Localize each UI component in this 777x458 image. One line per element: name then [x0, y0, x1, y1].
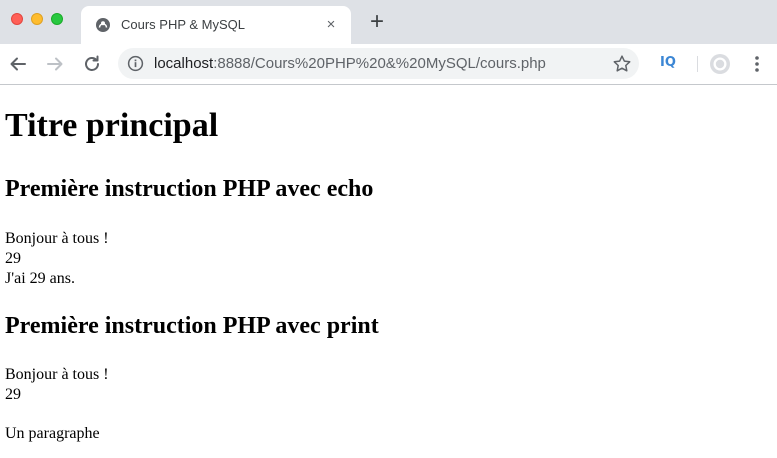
browser-tab-active[interactable]: Cours PHP & MySQL × [81, 6, 351, 44]
new-tab-button[interactable]: + [364, 9, 390, 35]
page-title: Titre principal [5, 107, 219, 144]
section-heading-echo: Première instruction PHP avec echo [5, 176, 374, 202]
print-line-number: 29 [5, 386, 21, 403]
back-arrow-icon[interactable] [6, 52, 30, 76]
tab-strip: Cours PHP & MySQL × + [0, 0, 777, 44]
close-window-button[interactable] [11, 13, 23, 25]
more-menu-icon[interactable] [750, 53, 764, 75]
url-text[interactable]: localhost:8888/Cours%20PHP%20&%20MySQL/c… [154, 54, 546, 73]
echo-line-number: 29 [5, 250, 21, 267]
browser-toolbar: localhost:8888/Cours%20PHP%20&%20MySQL/c… [0, 44, 777, 85]
toolbar-divider [697, 56, 698, 72]
close-tab-icon[interactable]: × [321, 15, 341, 35]
bookmark-star-icon[interactable] [612, 54, 632, 74]
profile-avatar-icon[interactable] [709, 53, 731, 75]
zoom-window-button[interactable] [51, 13, 63, 25]
address-bar[interactable]: localhost:8888/Cours%20PHP%20&%20MySQL/c… [118, 48, 639, 79]
url-host: localhost [154, 55, 214, 72]
section-heading-print: Première instruction PHP avec print [5, 313, 379, 339]
minimize-window-button[interactable] [31, 13, 43, 25]
print-line-greeting: Bonjour à tous ! [5, 366, 109, 383]
globe-icon [96, 18, 110, 32]
extension-iq-button[interactable]: IQ [660, 54, 676, 72]
echo-line-greeting: Bonjour à tous ! [5, 230, 109, 247]
url-path: :8888/Cours%20PHP%20&%20MySQL/cours.php [213, 55, 546, 72]
echo-line-age: J'ai 29 ans. [5, 270, 75, 287]
info-icon[interactable] [127, 55, 144, 72]
reload-icon[interactable] [80, 52, 104, 76]
forward-arrow-icon[interactable] [43, 52, 67, 76]
paragraph-text: Un paragraphe [5, 425, 100, 442]
tab-title: Cours PHP & MySQL [121, 17, 246, 32]
